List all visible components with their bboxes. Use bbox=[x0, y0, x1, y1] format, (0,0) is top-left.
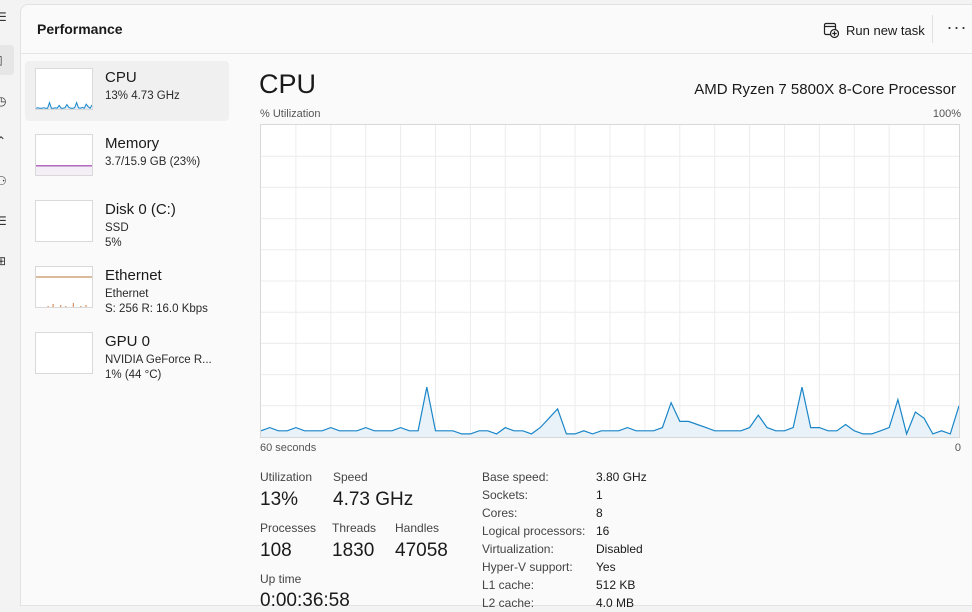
history-icon[interactable]: ◷ bbox=[0, 94, 8, 108]
time-zero-label: 0 bbox=[954, 442, 961, 454]
device-subtitle: 3.7/15.9 GB (23%) bbox=[105, 156, 201, 168]
cpu-heading: CPU bbox=[259, 69, 317, 99]
more-options-button[interactable]: ··· bbox=[941, 17, 972, 41]
spec-label: Logical processors: bbox=[482, 524, 586, 538]
gpu-thumbnail bbox=[35, 332, 93, 374]
spec-value: Disabled bbox=[596, 542, 643, 556]
spec-label: Cores: bbox=[482, 506, 518, 520]
speed-label: Speed bbox=[333, 470, 368, 484]
device-subtitle: SSD bbox=[105, 222, 129, 234]
device-subtitle-2: 1% (44 °C) bbox=[105, 369, 162, 381]
navigation-rail: ☰ ▯ ◷ ⌃ ⚇ ☰ ⊞ bbox=[0, 0, 20, 599]
processes-value: 108 bbox=[260, 540, 292, 561]
ethernet-thumbnail-bar bbox=[85, 305, 87, 307]
performance-icon[interactable]: ▯ bbox=[0, 53, 8, 67]
spec-value: 16 bbox=[596, 524, 610, 538]
threads-value: 1830 bbox=[332, 540, 375, 561]
device-subtitle-2: S: 256 R: 16.0 Kbps bbox=[105, 303, 208, 315]
spec-value: 4.0 MB bbox=[596, 596, 635, 610]
time-span-label: 60 seconds bbox=[260, 442, 317, 454]
device-item-ethernet[interactable]: Ethernet Ethernet S: 256 R: 16.0 Kbps bbox=[25, 259, 229, 319]
startup-icon[interactable]: ⌃ bbox=[0, 134, 8, 148]
ethernet-thumbnail-bar bbox=[60, 305, 62, 307]
ethernet-thumbnail-bar bbox=[65, 306, 67, 307]
details-icon[interactable]: ☰ bbox=[0, 214, 8, 228]
spec-label: Hyper-V support: bbox=[482, 560, 573, 574]
uptime-label: Up time bbox=[260, 572, 302, 586]
users-icon[interactable]: ⚇ bbox=[0, 174, 8, 188]
ethernet-thumbnail-bar bbox=[72, 303, 74, 307]
page-title: Performance bbox=[37, 21, 123, 37]
run-new-task-button[interactable]: Run new task bbox=[823, 19, 925, 41]
spec-value: 8 bbox=[596, 506, 603, 520]
ethernet-thumbnail-bar bbox=[47, 306, 49, 307]
device-item-memory[interactable]: Memory 3.7/15.9 GB (23%) bbox=[25, 127, 229, 187]
ethernet-thumbnail-bar bbox=[80, 306, 82, 307]
device-subtitle: NVIDIA GeForce R... bbox=[105, 354, 212, 366]
handles-label: Handles bbox=[395, 521, 440, 535]
device-list: CPU 13% 4.73 GHz Memory 3.7/15.9 GB (23%… bbox=[25, 61, 231, 391]
run-task-icon bbox=[823, 22, 839, 38]
spec-label: Base speed: bbox=[482, 470, 549, 484]
spec-value: 1 bbox=[596, 488, 603, 502]
ethernet-thumbnail bbox=[35, 266, 93, 308]
processor-name: AMD Ryzen 7 5800X 8-Core Processor bbox=[694, 81, 956, 98]
memory-thumbnail-fill bbox=[36, 165, 92, 175]
spec-label: Virtualization: bbox=[482, 542, 554, 556]
threads-label: Threads bbox=[332, 521, 377, 535]
memory-thumbnail bbox=[35, 134, 93, 176]
device-title: CPU bbox=[105, 69, 137, 86]
cpu-thumbnail bbox=[35, 68, 93, 110]
utilization-axis-label: % Utilization bbox=[260, 108, 321, 120]
header-divider bbox=[932, 15, 933, 43]
device-title: Memory bbox=[105, 135, 160, 152]
spec-value: Yes bbox=[596, 560, 616, 574]
menu-icon[interactable]: ☰ bbox=[0, 10, 8, 24]
device-title: Disk 0 (C:) bbox=[105, 201, 176, 218]
spec-label: L2 cache: bbox=[482, 596, 535, 610]
utilization-value: 13% bbox=[260, 489, 299, 510]
run-task-label: Run new task bbox=[846, 22, 925, 38]
cpu-utilization-chart bbox=[260, 124, 960, 438]
device-subtitle: Ethernet bbox=[105, 288, 149, 300]
uptime-value: 0:00:36:58 bbox=[260, 590, 350, 611]
device-item-disk[interactable]: Disk 0 (C:) SSD 5% bbox=[25, 193, 229, 253]
performance-panel: Performance Run new task ··· CPU 13% 4.7 bbox=[20, 4, 972, 611]
device-subtitle-2: 5% bbox=[105, 237, 122, 249]
axis-max-label: 100% bbox=[932, 108, 961, 120]
device-title: Ethernet bbox=[105, 267, 162, 284]
processes-label: Processes bbox=[260, 521, 317, 535]
spec-label: L1 cache: bbox=[482, 578, 535, 592]
spec-label: Sockets: bbox=[482, 488, 529, 502]
cpu-thumbnail-line bbox=[36, 101, 92, 109]
spec-value: 512 KB bbox=[596, 578, 636, 592]
device-item-gpu[interactable]: GPU 0 NVIDIA GeForce R... 1% (44 °C) bbox=[25, 325, 229, 385]
speed-value: 4.73 GHz bbox=[333, 489, 414, 510]
utilization-label: Utilization bbox=[260, 470, 313, 484]
header-bar: Performance Run new task ··· bbox=[21, 5, 972, 54]
handles-value: 47058 bbox=[395, 540, 448, 561]
disk-thumbnail bbox=[35, 200, 93, 242]
ethernet-thumbnail-bar bbox=[52, 304, 54, 307]
device-title: GPU 0 bbox=[105, 333, 151, 350]
spec-value: 3.80 GHz bbox=[596, 470, 647, 484]
device-item-cpu[interactable]: CPU 13% 4.73 GHz bbox=[25, 61, 229, 121]
device-subtitle: 13% 4.73 GHz bbox=[105, 90, 180, 102]
services-icon[interactable]: ⊞ bbox=[0, 254, 8, 268]
